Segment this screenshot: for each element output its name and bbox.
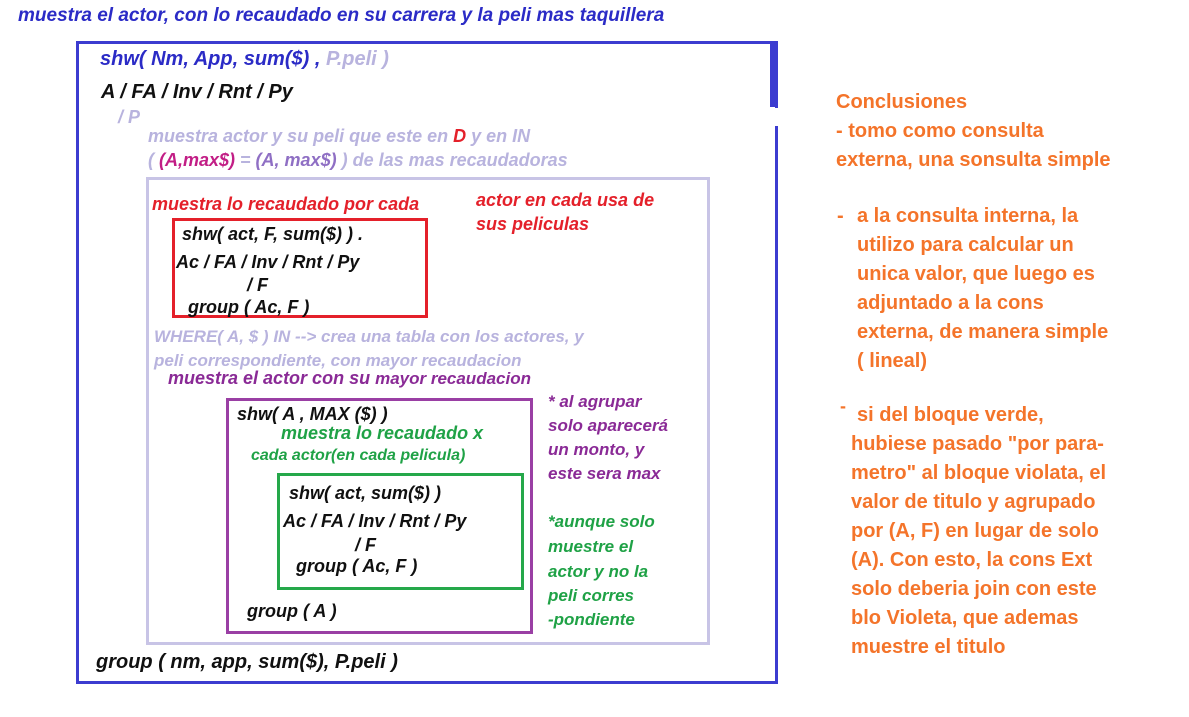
green-group: group ( Ac, F ) [296,556,418,576]
violet-shw: shw( A , MAX ($) ) [237,404,388,424]
conclusions-p3-line5: por (A, F) en lugar de solo [851,520,1099,542]
conclusions-p2-line4: adjuntado a la cons [857,292,1044,314]
green-note-1: *aunque solo [548,512,655,531]
note-line2-a: ( [148,150,159,170]
note-line1-a: muestra actor y su peli que este en [148,126,454,146]
outer-from-p: / P [118,107,141,127]
conclusions-p3-line9: muestre el titulo [851,636,1006,658]
conclusions-p3-line3: metro" al bloque violata, el [851,462,1107,484]
violet-note-1: * al agrupar [548,392,642,411]
conclusions-p3-line6: (A). Con esto, la cons Ext [851,549,1093,571]
conclusions-p2-dash: - [837,205,844,227]
violet-label-1: muestra el actor con su [168,368,376,388]
violet-label-2: mayor recaudacion [375,369,531,388]
outer-note-line2: ( (A,max$) = (A, max$) ) de las mas reca… [148,150,568,171]
conclusions-p3-line8: blo Violeta, que ademas [851,607,1079,629]
violet-note-2: solo aparecerá [548,416,669,435]
red-shw: shw( act, F, sum($) ) . [182,224,364,244]
outer-shw-prefix: shw( Nm, App, sum($) , [100,48,326,70]
red-label-right-1: actor en cada usa de [476,190,655,210]
note-line1-d: D [453,126,467,146]
red-from-f: / F [247,275,268,295]
conclusions-p3-line7: solo deberia join con este [851,578,1097,600]
note-line2-c: = [235,150,256,170]
conclusions-p1-line2: externa, una sonsulta simple [836,149,1111,171]
red-label-left: muestra lo recaudado por cada [152,194,420,214]
note-line2-e: ) de las mas recaudadoras [336,150,568,170]
note-line1-b: y en IN [466,126,531,146]
green-note-3: actor y no la [548,562,649,581]
conclusions-p2-line3: unica valor, que luego es [857,263,1095,285]
outer-frame-edge [770,41,775,107]
green-from-f: / F [355,535,376,555]
green-note-2: muestre el [548,537,634,556]
outer-note-line1: muestra actor y su peli que este en D y … [148,126,530,147]
conclusions-heading: Conclusiones [836,91,968,113]
conclusions-p2-line5: externa, de manera simple [857,321,1109,343]
green-label-2: cada actor(en cada pelicula) [251,447,466,464]
outer-frame-gap [772,108,780,126]
conclusions-p2-line1: a la consulta interna, la [857,205,1079,227]
red-tables: Ac / FA / Inv / Rnt / Py [176,252,360,272]
green-note-5: -pondiente [548,610,635,629]
green-tables: Ac / FA / Inv / Rnt / Py [283,511,467,531]
note-line2-d: (A, max$) [255,150,337,170]
violet-label: muestra el actor con su mayor recaudacio… [168,368,531,389]
page-title: muestra el actor, con lo recaudado en su… [18,5,665,26]
outer-tables-line: A / FA / Inv / Rnt / Py [101,81,293,103]
conclusions-p3-line4: valor de titulo y agrupado [851,491,1096,513]
conclusions-p3-dash: - [840,396,846,416]
green-shw: shw( act, sum($) ) [289,483,442,503]
green-note-4: peli corres [548,586,634,605]
conclusions-p3-line2: hubiese pasado "por para- [851,433,1104,455]
where-note-line1: WHERE( A, $ ) IN --> crea una tabla con … [154,327,584,346]
conclusions-p3-line1: si del bloque verde, [857,404,1044,426]
red-group: group ( Ac, F ) [188,297,310,317]
conclusions-p1-line1: - tomo como consulta [836,120,1044,142]
outer-shw-line: shw( Nm, App, sum($) , P.peli ) [100,48,389,71]
note-line2-b: (A,max$) [159,150,236,170]
outer-group: group ( nm, app, sum($), P.peli ) [96,651,398,673]
conclusions-p2-line2: utilizo para calcular un [857,234,1074,256]
red-label-right-2: sus peliculas [476,214,590,234]
conclusions-p2-line6: ( lineal) [857,350,928,372]
violet-note-4: este sera max [548,464,661,483]
green-label-1: muestra lo recaudado x [281,423,484,443]
outer-shw-peli: P.peli ) [325,48,389,70]
violet-note-3: un monto, y [548,440,645,459]
violet-group: group ( A ) [247,601,337,621]
